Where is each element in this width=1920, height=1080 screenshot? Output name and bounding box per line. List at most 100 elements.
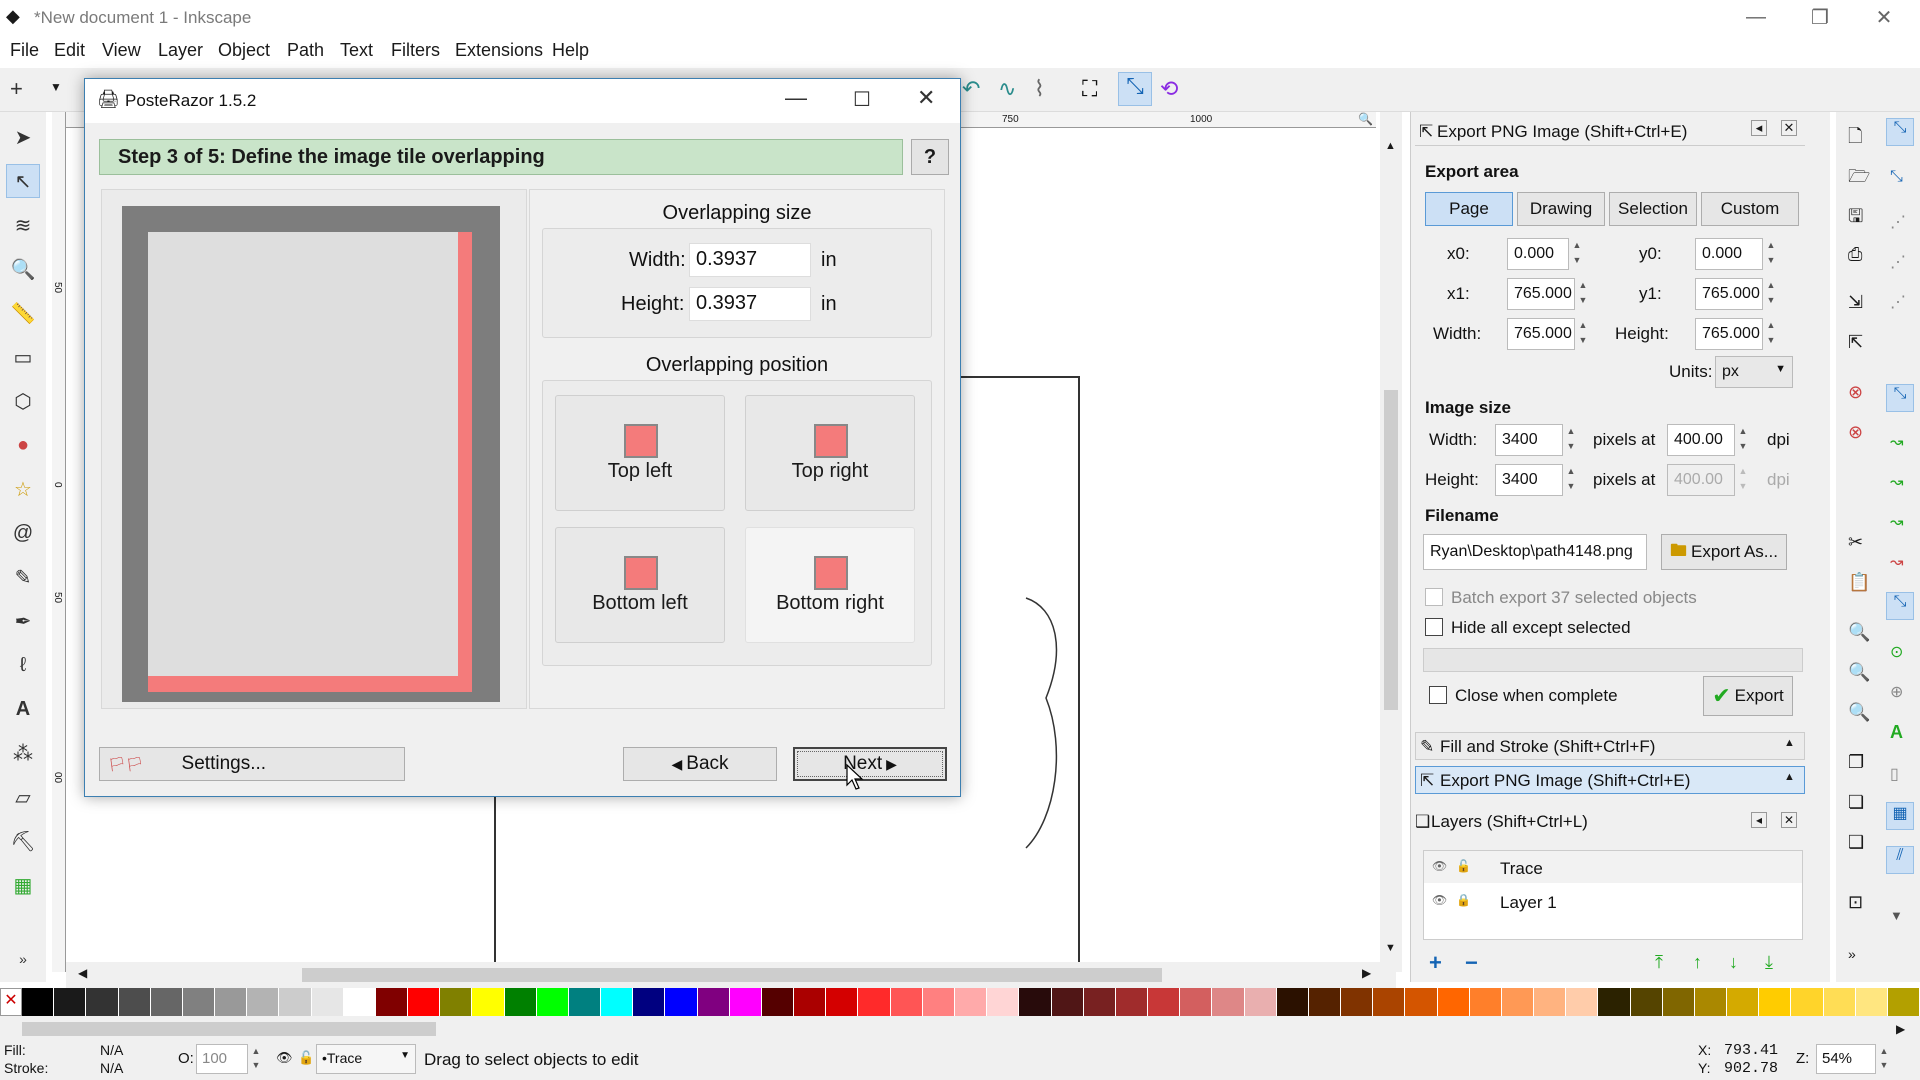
close-icon[interactable]: ✕ [1781, 812, 1797, 828]
opacity-field[interactable]: 100 [196, 1044, 248, 1074]
measure-tool-icon[interactable]: 📏 [6, 296, 40, 330]
add-node-icon[interactable]: + [10, 76, 23, 102]
text-tool-icon[interactable]: A [6, 692, 40, 726]
x1-spinner[interactable]: ▲ ▼ [1577, 278, 1589, 310]
menu-edit[interactable]: Edit [54, 40, 85, 61]
menu-help[interactable]: Help [552, 40, 589, 61]
dpi-spinner[interactable]: ▲ ▼ [1737, 424, 1749, 456]
color-swatch[interactable] [408, 988, 441, 1016]
menu-extensions[interactable]: Extensions [455, 40, 543, 61]
iconify-icon[interactable]: ◂ [1751, 120, 1767, 136]
color-swatch[interactable] [311, 988, 344, 1016]
color-swatch[interactable] [1662, 988, 1695, 1016]
area-drawing-button[interactable]: Drawing [1517, 192, 1605, 226]
color-swatch[interactable] [665, 988, 698, 1016]
color-swatch[interactable] [247, 988, 280, 1016]
eye-icon[interactable]: 👁 [276, 1050, 293, 1066]
open-icon[interactable]: 🗁 [1848, 164, 1870, 194]
export-icon[interactable]: ⇱ [1848, 332, 1863, 353]
export-as-button[interactable]: 🖿 Export As... [1661, 534, 1787, 570]
area-height-field[interactable]: 765.000 [1695, 318, 1763, 350]
layer-row[interactable]: 👁 🔒 Layer 1 [1424, 885, 1802, 917]
import-icon[interactable]: ⇲ [1848, 292, 1863, 313]
remove-layer-icon[interactable]: − [1465, 950, 1478, 976]
selector-tool-icon[interactable]: ➤ [6, 120, 40, 154]
lock-icon[interactable]: 🔒 [1456, 893, 1471, 907]
image-height-spinner[interactable]: ▲ ▼ [1565, 464, 1577, 496]
zoom-tool-icon[interactable]: 🔍 [6, 252, 40, 286]
snap-text-baseline-icon[interactable]: A [1890, 722, 1903, 743]
new-document-icon[interactable]: 🗋 [1848, 124, 1862, 154]
color-swatch[interactable] [1630, 988, 1663, 1016]
color-swatch[interactable] [86, 988, 119, 1016]
image-width-field[interactable]: 3400 [1495, 424, 1563, 456]
calligraphy-tool-icon[interactable]: ℓ [6, 648, 40, 682]
color-swatch[interactable] [54, 988, 87, 1016]
scroll-thumb[interactable] [22, 1022, 436, 1036]
color-swatch[interactable] [182, 988, 216, 1016]
area-width-field[interactable]: 765.000 [1507, 318, 1575, 350]
units-select[interactable]: px ▼ [1715, 356, 1793, 388]
color-swatch[interactable] [1244, 988, 1277, 1016]
undo-icon[interactable]: ⊗ [1848, 382, 1863, 403]
no-paint-swatch[interactable]: ✕ [0, 988, 22, 1016]
color-swatch[interactable] [1437, 988, 1470, 1016]
color-swatch[interactable] [826, 988, 859, 1016]
export-tab[interactable]: ⇱ Export PNG Image (Shift+Ctrl+E) ▲ [1415, 766, 1805, 794]
snap-smooth-icon[interactable]: ↝ [1890, 552, 1903, 572]
image-width-spinner[interactable]: ▲ ▼ [1565, 424, 1577, 456]
hide-all-checkbox[interactable] [1425, 618, 1443, 636]
spray-tool-icon[interactable]: ⁂ [6, 736, 40, 770]
x0-spinner[interactable]: ▲ ▼ [1571, 238, 1583, 270]
menu-file[interactable]: File [10, 40, 39, 61]
color-swatch[interactable] [215, 988, 248, 1016]
image-height-field[interactable]: 3400 [1495, 464, 1563, 496]
next-button[interactable]: Next ▶ [793, 747, 947, 781]
color-swatch[interactable] [1855, 988, 1888, 1016]
color-swatch[interactable] [504, 988, 537, 1016]
zoom-drawing-icon[interactable]: 🔍 [1848, 662, 1870, 683]
layer-down-icon[interactable]: ↓ [1729, 952, 1738, 973]
top-right-button[interactable]: Top right [745, 395, 915, 511]
snap-rotation-icon[interactable]: ⊕ [1890, 682, 1903, 702]
color-swatch[interactable] [375, 988, 409, 1016]
node-smooth-icon[interactable]: ∿ [998, 76, 1016, 102]
color-swatch[interactable] [1823, 988, 1856, 1016]
add-layer-icon[interactable]: + [1429, 950, 1442, 976]
zoom-spinner[interactable]: ▲ ▼ [1878, 1044, 1890, 1074]
zoom-field[interactable]: 54% [1816, 1044, 1876, 1074]
help-button[interactable]: ? [911, 139, 949, 175]
node-symmetric-icon[interactable]: ⌇ [1034, 76, 1045, 102]
top-left-button[interactable]: Top left [555, 395, 725, 511]
color-swatch[interactable] [1566, 988, 1599, 1016]
back-button[interactable]: ◀ Back [623, 747, 777, 781]
layer-to-bottom-icon[interactable]: ⤓ [1765, 952, 1773, 973]
color-swatch[interactable] [1051, 988, 1084, 1016]
palette-scrollbar[interactable]: ▶ [0, 1016, 1920, 1042]
bottom-right-button[interactable]: Bottom right [745, 527, 915, 643]
snap-midpoints-icon[interactable]: ⋰ [1890, 292, 1906, 312]
layer-to-top-icon[interactable]: ⤒ [1655, 952, 1663, 973]
color-swatch[interactable] [1373, 988, 1406, 1016]
settings-button[interactable]: 🏳🏳 Settings... [99, 747, 405, 781]
paste-icon[interactable]: 📋 [1848, 572, 1870, 593]
gradient-tool-icon[interactable]: ▦ [6, 868, 40, 902]
color-swatch[interactable] [1212, 988, 1245, 1016]
more-tools-icon[interactable]: » [6, 942, 40, 976]
menu-view[interactable]: View [102, 40, 141, 61]
pencil-tool-icon[interactable]: ✎ [6, 560, 40, 594]
color-swatch[interactable] [568, 988, 602, 1016]
export-button[interactable]: ✔ Export [1703, 676, 1793, 716]
tweak-tool-icon[interactable]: ≋ [6, 208, 40, 242]
snap-paths-icon[interactable]: ↝ [1890, 432, 1903, 452]
menu-filters[interactable]: Filters [391, 40, 440, 61]
y0-field[interactable]: 0.000 [1695, 238, 1763, 270]
x0-field[interactable]: 0.000 [1507, 238, 1569, 270]
color-swatch[interactable] [1276, 988, 1309, 1016]
dpi-field[interactable]: 400.00 [1667, 424, 1735, 456]
color-swatch[interactable] [1308, 988, 1342, 1016]
color-swatch[interactable] [22, 988, 55, 1016]
trace-path[interactable] [1016, 588, 1076, 858]
color-swatch[interactable] [1115, 988, 1149, 1016]
color-swatch[interactable] [1469, 988, 1502, 1016]
